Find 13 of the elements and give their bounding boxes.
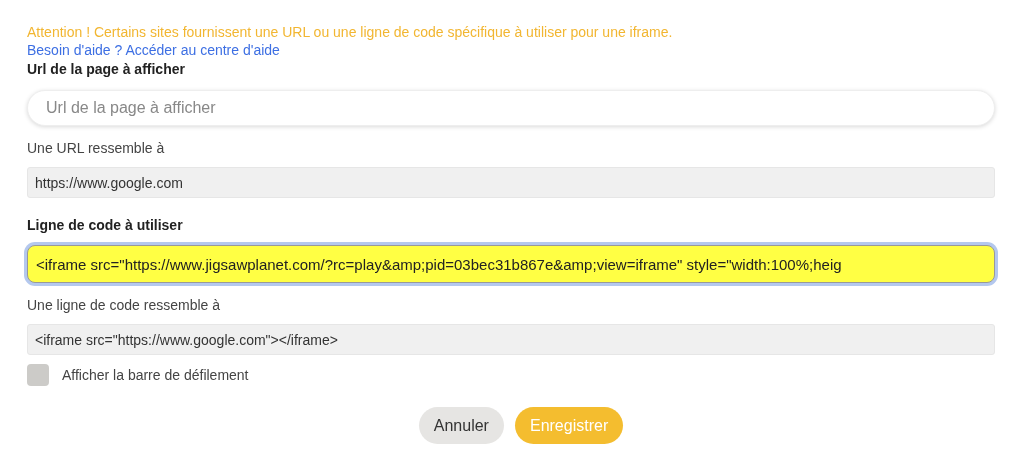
help-link[interactable]: Besoin d'aide ? Accéder au centre d'aide <box>27 41 280 59</box>
field-label: Une ligne de code ressemble à <box>27 296 221 314</box>
field-label: Une URL ressemble à <box>27 139 166 157</box>
code-input-field[interactable]: <iframe src="https://www.jigsawplanet.com/?rc=play&amp;pid=03bec31b867e&amp;view=iframe" style="width:100%;heig <box>27 245 995 283</box>
checkbox[interactable] <box>27 364 49 386</box>
url-input-field[interactable]: Url de la page à afficher <box>27 90 995 126</box>
example-box: https://www.google.com <box>27 167 995 198</box>
notice-text: Attention ! Certains sites fournissent une URL ou une ligne de code spécifique à utiliser pour une iframe. <box>27 23 674 41</box>
cancel-button[interactable]: Annuler <box>418 407 504 444</box>
field-label: Ligne de code à utiliser <box>27 216 184 234</box>
field-label: Url de la page à afficher <box>27 60 186 78</box>
example-box: <iframe src="https://www.google.com"></iframe> <box>27 324 995 355</box>
checkbox-label: Afficher la barre de défilement <box>62 367 249 383</box>
